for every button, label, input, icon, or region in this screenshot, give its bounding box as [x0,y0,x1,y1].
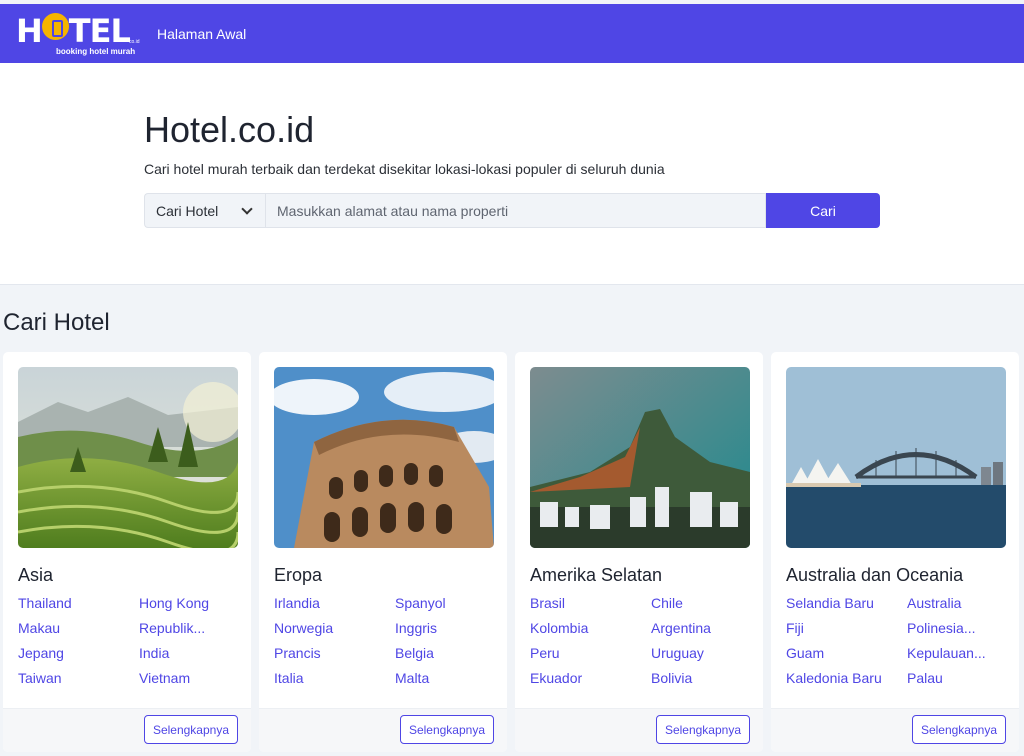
chevron-down-icon [241,203,253,215]
region-image-asia [18,367,238,548]
logo-letters-tel: TEL [68,11,131,50]
country-link[interactable]: Thailand [18,594,139,612]
country-link[interactable]: Makau [18,619,139,637]
country-link[interactable]: Republik... [139,619,238,637]
country-link[interactable]: Belgia [395,644,494,662]
country-links: Irlandia Spanyol Norwegia Inggris Pranci… [274,594,494,687]
region-image-eropa [274,367,494,548]
country-link[interactable]: Chile [651,594,750,612]
more-button[interactable]: Selengkapnya [911,715,1006,744]
country-link[interactable]: Norwegia [274,619,395,637]
page-title: Hotel.co.id [144,109,315,150]
section-title: Cari Hotel [3,309,110,336]
country-link[interactable]: Hong Kong [139,594,238,612]
country-link[interactable]: India [139,644,238,662]
country-link[interactable]: Brasil [530,594,651,612]
country-link[interactable]: Italia [274,669,395,687]
search-bar: Cari Hotel Cari [144,193,880,228]
country-link[interactable]: Australia [907,594,1006,612]
country-link[interactable]: Irlandia [274,594,395,612]
more-button[interactable]: Selengkapnya [143,715,238,744]
region-title: Australia dan Oceania [786,565,964,585]
country-link[interactable]: Ekuador [530,669,651,687]
country-link[interactable]: Uruguay [651,644,750,662]
country-link[interactable]: Guam [786,644,907,662]
country-link[interactable]: Fiji [786,619,907,637]
region-card-asia: Asia Thailand Hong Kong Makau Republik..… [3,352,251,752]
search-type-value: Cari Hotel [156,202,219,219]
country-links: Selandia Baru Australia Fiji Polinesia..… [786,594,1006,687]
region-card-australia-oceania: Australia dan Oceania Selandia Baru Aust… [771,352,1019,752]
site-logo[interactable]: H TEL co.id booking hotel murah [16,9,140,59]
region-title: Amerika Selatan [530,565,663,585]
country-link[interactable]: Taiwan [18,669,139,687]
region-image-australia-oceania [786,367,1006,548]
region-image-amerika-selatan [530,367,750,548]
page-subtitle: Cari hotel murah terbaik dan terdekat di… [144,161,665,177]
country-link[interactable]: Peru [530,644,651,662]
country-link[interactable]: Kolombia [530,619,651,637]
country-link[interactable]: Polinesia... [907,619,1006,637]
country-link[interactable]: Jepang [18,644,139,662]
country-link[interactable]: Argentina [651,619,750,637]
region-card-eropa: Eropa Irlandia Spanyol Norwegia Inggris … [259,352,507,752]
country-links: Thailand Hong Kong Makau Republik... Jep… [18,594,238,687]
search-type-select[interactable]: Cari Hotel [144,193,265,228]
region-title: Asia [18,565,54,585]
region-title: Eropa [274,565,323,585]
search-input[interactable] [265,193,766,228]
country-link[interactable]: Kaledonia Baru [786,669,907,687]
more-button[interactable]: Selengkapnya [399,715,494,744]
more-button[interactable]: Selengkapnya [655,715,750,744]
country-link[interactable]: Malta [395,669,494,687]
logo-wordmark: H TEL [16,11,131,50]
logo-domain: co.id [129,38,140,45]
country-link[interactable]: Selandia Baru [786,594,907,612]
search-button[interactable]: Cari [766,193,880,228]
card-footer: Selengkapnya [3,708,251,752]
logo-letter-h: H [16,11,43,50]
logo-o-door-icon [41,12,69,40]
region-card-amerika-selatan: Amerika Selatan Brasil Chile Kolombia Ar… [515,352,763,752]
country-link[interactable]: Kepulauan... [907,644,1006,662]
country-link[interactable]: Spanyol [395,594,494,612]
card-footer: Selengkapnya [259,708,507,752]
country-link[interactable]: Prancis [274,644,395,662]
nav-home-link[interactable]: Halaman Awal [157,26,246,42]
card-footer: Selengkapnya [515,708,763,752]
hero-section: Hotel.co.id Cari hotel murah terbaik dan… [0,63,1024,285]
country-link[interactable]: Vietnam [139,669,238,687]
country-link[interactable]: Palau [907,669,1006,687]
country-link[interactable]: Inggris [395,619,494,637]
country-links: Brasil Chile Kolombia Argentina Peru Uru… [530,594,750,687]
card-footer: Selengkapnya [771,708,1019,752]
logo-tagline: booking hotel murah [56,46,136,56]
top-navbar: H TEL co.id booking hotel murah Halaman A… [0,4,1024,63]
country-link[interactable]: Bolivia [651,669,750,687]
